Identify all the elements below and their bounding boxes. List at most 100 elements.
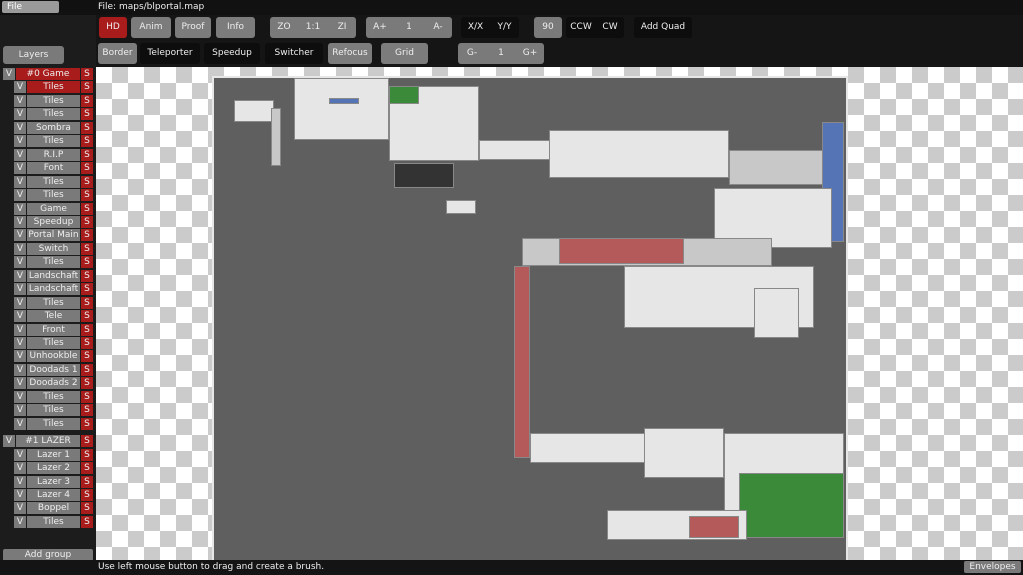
layer-settings-button[interactable]: S	[81, 202, 93, 215]
layer-row[interactable]: V Tiles S	[14, 94, 93, 107]
layer-settings-button[interactable]: S	[81, 148, 93, 161]
layer-settings-button[interactable]: S	[81, 94, 93, 107]
layer-settings-button[interactable]: S	[81, 390, 93, 403]
layer-settings-button[interactable]: S	[81, 256, 93, 269]
layer-visibility-toggle[interactable]: V	[14, 404, 26, 417]
layer-row[interactable]: V Lazer 2S	[14, 462, 93, 475]
layer-visibility-toggle[interactable]: V	[14, 189, 26, 202]
layer-row[interactable]: V Font S	[14, 162, 93, 175]
layer-visibility-toggle[interactable]: V	[14, 337, 26, 349]
layer-settings-button[interactable]: S	[81, 462, 93, 475]
layer-row[interactable]: V Game S	[14, 202, 93, 215]
layer-settings-button[interactable]: S	[81, 81, 93, 94]
layer-row[interactable]: V Landschaft S	[14, 283, 93, 296]
layer-group-row[interactable]: V #1 LAZER S	[3, 435, 93, 448]
layer-row[interactable]: V Boppel S	[14, 502, 93, 515]
flip-x-button[interactable]: X/X	[461, 17, 490, 38]
layer-row[interactable]: V Tiles S	[14, 175, 93, 188]
layer-settings-button[interactable]: S	[81, 162, 93, 175]
info-button[interactable]: Info	[216, 17, 255, 38]
layer-settings-button[interactable]: S	[81, 189, 93, 202]
refocus-button[interactable]: Refocus	[328, 43, 372, 64]
layer-settings-button[interactable]: S	[81, 377, 93, 390]
anim-button[interactable]: Anim	[131, 17, 171, 38]
layer-row[interactable]: V Tiles S	[14, 515, 93, 528]
layer-row[interactable]: V Tiles S	[14, 256, 93, 269]
layer-row[interactable]: V Tiles S	[14, 135, 93, 148]
rotate-ccw-button[interactable]: CCW	[566, 17, 596, 38]
map-canvas[interactable]	[96, 67, 1023, 560]
layer-settings-button[interactable]: S	[81, 215, 93, 228]
file-menu-button[interactable]: File	[2, 1, 59, 13]
layer-settings-button[interactable]: S	[81, 448, 93, 461]
layer-row[interactable]: V Tiles S	[14, 390, 93, 403]
layer-visibility-toggle[interactable]: V	[14, 390, 26, 403]
layer-settings-button[interactable]: S	[81, 515, 93, 528]
teleporter-button[interactable]: Teleporter	[140, 43, 200, 64]
border-button[interactable]: Border	[98, 43, 137, 64]
zoom-out-button[interactable]: ZO	[270, 17, 298, 38]
layer-settings-button[interactable]: S	[81, 417, 93, 430]
layer-row[interactable]: V Unhookble S	[14, 350, 93, 363]
layer-visibility-toggle[interactable]: V	[14, 475, 26, 488]
layer-visibility-toggle[interactable]: V	[14, 229, 26, 242]
layer-visibility-toggle[interactable]: V	[14, 108, 26, 121]
grid-larger-button[interactable]: G+	[516, 43, 544, 64]
layer-settings-button[interactable]: S	[81, 323, 93, 336]
layer-visibility-toggle[interactable]: V	[14, 121, 26, 134]
layer-visibility-toggle[interactable]: V	[14, 417, 26, 430]
layer-visibility-toggle[interactable]: V	[14, 202, 26, 215]
add-quad-button[interactable]: Add Quad	[634, 17, 692, 38]
group-visibility-toggle[interactable]: V	[3, 435, 15, 448]
layer-visibility-toggle[interactable]: V	[14, 377, 26, 390]
layer-row[interactable]: V Portal Main S	[14, 229, 93, 242]
layer-group-row[interactable]: V #0 Game S	[3, 68, 93, 80]
layer-visibility-toggle[interactable]: V	[14, 296, 26, 309]
layer-settings-button[interactable]: S	[81, 337, 93, 349]
layer-row[interactable]: V R.I.P S	[14, 148, 93, 161]
layer-visibility-toggle[interactable]: V	[14, 94, 26, 107]
layer-settings-button[interactable]: S	[81, 283, 93, 296]
layer-settings-button[interactable]: S	[81, 175, 93, 188]
zoom-in-button[interactable]: ZI	[328, 17, 356, 38]
layer-visibility-toggle[interactable]: V	[14, 148, 26, 161]
zoom-reset-button[interactable]: 1:1	[299, 17, 327, 38]
layer-visibility-toggle[interactable]: V	[14, 162, 26, 175]
layer-visibility-toggle[interactable]: V	[14, 81, 26, 94]
layer-visibility-toggle[interactable]: V	[14, 350, 26, 363]
switcher-button[interactable]: Switcher	[265, 43, 323, 64]
layer-settings-button[interactable]: S	[81, 475, 93, 488]
rotation-angle-field[interactable]: 90	[534, 17, 562, 38]
layer-visibility-toggle[interactable]: V	[14, 269, 26, 282]
group-settings-button[interactable]: S	[81, 435, 93, 448]
layer-row[interactable]: V Switch S	[14, 242, 93, 255]
layer-settings-button[interactable]: S	[81, 296, 93, 309]
layer-visibility-toggle[interactable]: V	[14, 488, 26, 501]
group-settings-button[interactable]: S	[81, 68, 93, 80]
group-visibility-toggle[interactable]: V	[3, 68, 15, 80]
layer-row[interactable]: V Doodads 1S	[14, 363, 93, 376]
layer-settings-button[interactable]: S	[81, 229, 93, 242]
layer-settings-button[interactable]: S	[81, 135, 93, 148]
layer-visibility-toggle[interactable]: V	[14, 323, 26, 336]
layer-row[interactable]: V Speedup S	[14, 215, 93, 228]
layer-row[interactable]: V Tiles S	[14, 337, 93, 349]
layer-row[interactable]: V Tiles S	[14, 417, 93, 430]
speedup-button[interactable]: Speedup	[204, 43, 260, 64]
layer-visibility-toggle[interactable]: V	[14, 242, 26, 255]
layer-row[interactable]: V Tiles S	[14, 108, 93, 121]
layer-row[interactable]: V Front S	[14, 323, 93, 336]
flip-y-button[interactable]: Y/Y	[490, 17, 519, 38]
layer-row[interactable]: V Doodads 2S	[14, 377, 93, 390]
grid-button[interactable]: Grid	[381, 43, 428, 64]
layer-visibility-toggle[interactable]: V	[14, 256, 26, 269]
layer-settings-button[interactable]: S	[81, 350, 93, 363]
layer-settings-button[interactable]: S	[81, 121, 93, 134]
anim-faster-button[interactable]: A+	[366, 17, 394, 38]
layer-visibility-toggle[interactable]: V	[14, 462, 26, 475]
rotate-cw-button[interactable]: CW	[596, 17, 624, 38]
layer-visibility-toggle[interactable]: V	[14, 175, 26, 188]
layer-settings-button[interactable]: S	[81, 488, 93, 501]
layer-settings-button[interactable]: S	[81, 269, 93, 282]
layer-row[interactable]: V Landschaft S	[14, 269, 93, 282]
